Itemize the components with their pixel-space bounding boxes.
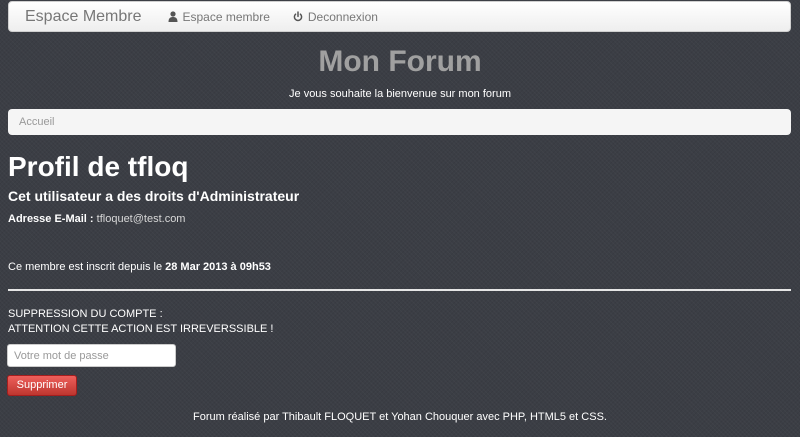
section-divider (8, 289, 791, 291)
user-role-text: Cet utilisateur a des droits d'Administr… (8, 188, 300, 204)
nav-link-label: Deconnexion (307, 9, 378, 24)
page-footer: Forum réalisé par Thibault FLOQUET et Yo… (193, 411, 607, 423)
member-since-date: 28 Mar 2013 à 09h53 (165, 261, 271, 273)
breadcrumb-item-accueil[interactable]: Accueil (19, 116, 54, 128)
delete-account-title: SUPPRESSION DU COMPTE : (8, 308, 163, 320)
site-title: Mon Forum (318, 45, 482, 78)
member-since-row: Ce membre est inscrit depuis le 28 Mar 2… (8, 261, 271, 273)
nav-link-label: Espace membre (182, 9, 270, 24)
email-label: Adresse E-Mail : (8, 213, 94, 225)
email-value: tfloquet@test.com (96, 213, 186, 225)
top-navbar: Espace Membre Espace membre Deconnexion (8, 1, 791, 32)
breadcrumb[interactable]: Accueil (8, 109, 791, 135)
password-input[interactable] (7, 344, 176, 367)
nav-link-espace-membre[interactable]: Espace membre (168, 10, 270, 24)
site-subtitle: Je vous souhaite la bienvenue sur mon fo… (289, 88, 511, 100)
user-icon (168, 11, 177, 22)
page-title: Profil de tfloq (8, 151, 189, 182)
member-since-prefix: Ce membre est inscrit depuis le (8, 261, 163, 273)
delete-account-warning: ATTENTION CETTE ACTION EST IRREVERSSIBLE… (8, 323, 274, 335)
email-row: Adresse E-Mail : tfloquet@test.com (8, 213, 185, 225)
nav-link-deconnexion[interactable]: Deconnexion (293, 10, 378, 24)
delete-account-button[interactable]: Supprimer (7, 375, 77, 396)
navbar-brand[interactable]: Espace Membre (25, 1, 142, 32)
power-icon (293, 11, 303, 22)
